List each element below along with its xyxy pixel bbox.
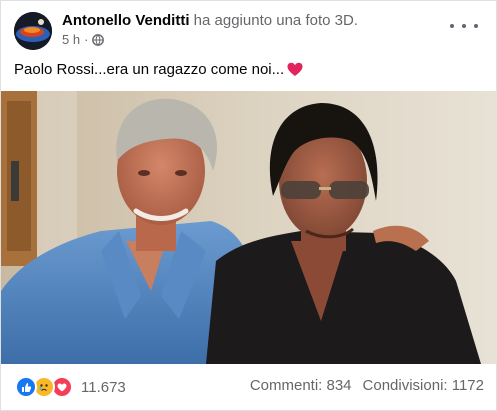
post-footer: 11.673 Commenti: 834 Condivisioni: 1172 (1, 364, 497, 411)
globe-icon (92, 33, 105, 46)
avatar-image (14, 12, 52, 50)
meta-separator: · (84, 32, 89, 47)
author-line: Antonello Venditti ha aggiunto una foto … (62, 11, 456, 30)
more-dot-icon (462, 24, 466, 28)
more-options-button[interactable] (450, 18, 478, 34)
reactions-summary[interactable]: 11.673 (15, 376, 126, 398)
comments-count-link[interactable]: Commenti: 834 (250, 377, 352, 394)
author-name[interactable]: Antonello Venditti (62, 12, 190, 29)
post-photo[interactable] (1, 91, 497, 364)
post-stats: Commenti: 834 Condivisioni: 1172 (250, 377, 484, 394)
more-dot-icon (450, 24, 454, 28)
post-action: ha aggiunto una foto 3D. (193, 12, 358, 29)
more-dot-icon (474, 24, 478, 28)
photo-image (1, 91, 497, 364)
feed-post: Antonello Venditti ha aggiunto una foto … (0, 0, 497, 411)
author-avatar[interactable] (14, 12, 52, 50)
shares-count-link[interactable]: Condivisioni: 1172 (363, 377, 484, 394)
reaction-count[interactable]: 11.673 (81, 379, 126, 396)
post-timestamp[interactable]: 5 h (62, 32, 80, 47)
post-meta: 5 h · (62, 32, 456, 47)
like-icon (15, 376, 37, 398)
caption-text: Paolo Rossi...era un ragazzo come noi... (14, 61, 285, 78)
post-header: Antonello Venditti ha aggiunto una foto … (62, 11, 456, 47)
red-heart-icon (287, 62, 303, 76)
post-caption: Paolo Rossi...era un ragazzo come noi... (14, 61, 483, 78)
